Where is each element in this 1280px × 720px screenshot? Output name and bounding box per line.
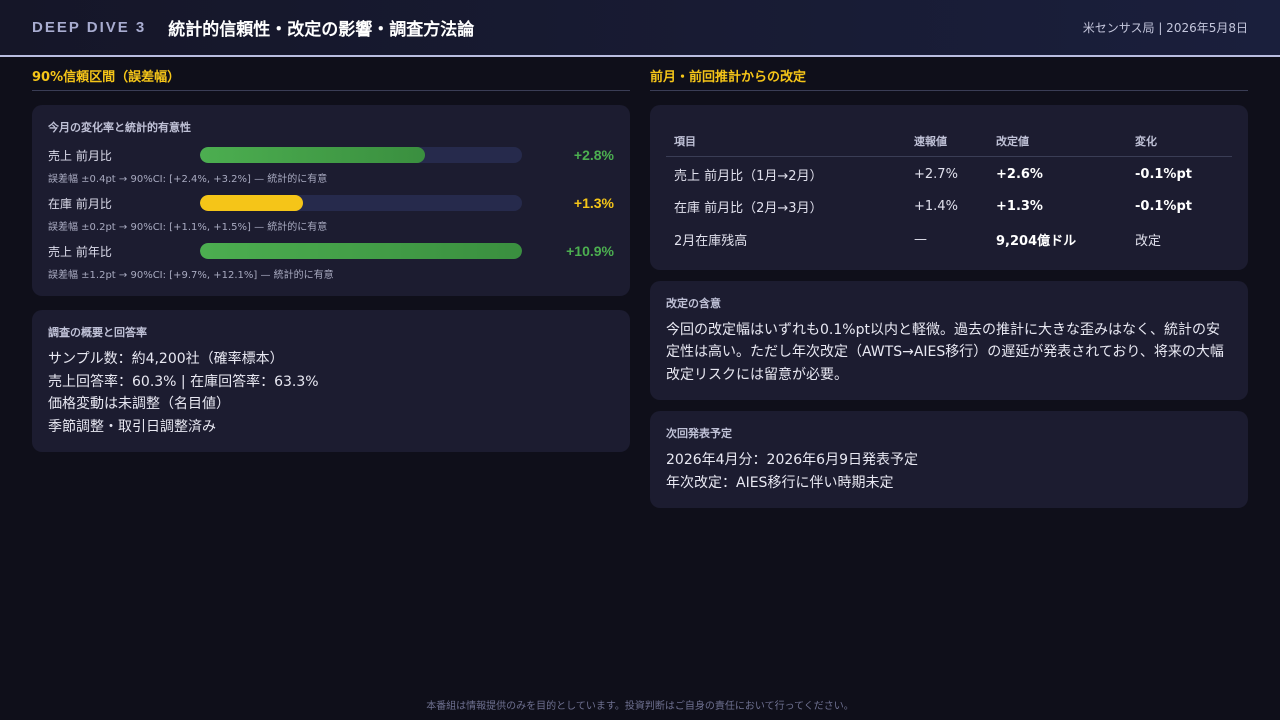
page-title: 統計的信頼性・改定の影響・調査方法論 bbox=[168, 20, 475, 40]
table-cell: 在庫 前月比（2月→3月） bbox=[674, 200, 823, 216]
table-cell: +2.7% bbox=[914, 166, 958, 182]
metric-item: 在庫 前月比 +1.3% 誤差幅 ±0.2pt → 90%CI: [+1.1%,… bbox=[48, 192, 614, 234]
metric-item: 売上 前月比 +2.8% 誤差幅 ±0.4pt → 90%CI: [+2.4%,… bbox=[48, 144, 614, 186]
header-bar: DEEP DIVE 3 統計的信頼性・改定の影響・調査方法論 米センサス局 | … bbox=[0, 0, 1280, 57]
table-row: 2月在庫残高 — 9,204億ドル 改定 bbox=[666, 223, 1232, 256]
table-cell: 9,204億ドル bbox=[996, 233, 1077, 249]
metric-bar-track bbox=[200, 147, 522, 163]
schedule-card-title: 次回発表予定 bbox=[666, 427, 732, 440]
significance-card-title: 今月の変化率と統計的有意性 bbox=[48, 121, 191, 134]
metric-bar-fill bbox=[200, 243, 522, 259]
revision-heading: 前月・前回推計からの改定 bbox=[650, 62, 1248, 91]
implication-card: 改定の含意 今回の改定幅はいずれも0.1%pt以内と軽微。過去の推計に大きな歪み… bbox=[650, 280, 1248, 400]
survey-line: 価格変動は未調整（名目値） bbox=[48, 396, 230, 412]
table-cell: 2月在庫残高 bbox=[674, 233, 748, 249]
source-date: 米センサス局 | 2026年5月8日 bbox=[1082, 21, 1248, 35]
footer-disclaimer: 本番組は情報提供のみを目的としています。投資判断はご自身の責任において行ってくだ… bbox=[426, 701, 854, 712]
left-column: 90%信頼区間（誤差幅） 今月の変化率と統計的有意性 売上 前月比 +2.8% … bbox=[32, 62, 630, 452]
column-header: 項目 bbox=[666, 127, 906, 157]
table-cell: 売上 前月比（1月→2月） bbox=[674, 168, 823, 184]
survey-line: 売上回答率：60.3% | 在庫回答率：63.3% bbox=[48, 373, 319, 390]
table-cell: -0.1%pt bbox=[1135, 166, 1192, 182]
confidence-interval-heading: 90%信頼区間（誤差幅） bbox=[32, 62, 630, 91]
survey-card-title: 調査の概要と回答率 bbox=[48, 326, 147, 339]
metric-note: 誤差幅 ±0.2pt → 90%CI: [+1.1%, +1.5%] — 統計的… bbox=[48, 222, 328, 233]
column-header: 変化 bbox=[1127, 127, 1232, 157]
metric-note: 誤差幅 ±1.2pt → 90%CI: [+9.7%, +12.1%] — 統計… bbox=[48, 270, 334, 281]
survey-line: サンプル数：約4,200社（確率標本） bbox=[48, 351, 284, 367]
table-cell: +1.4% bbox=[914, 198, 958, 214]
column-header: 速報値 bbox=[906, 127, 988, 157]
schedule-card: 次回発表予定 2026年4月分：2026年6月9日発表予定 年次改定：AIES移… bbox=[650, 411, 1248, 508]
table-cell: 改定 bbox=[1135, 233, 1162, 249]
table-cell: — bbox=[914, 231, 927, 247]
metric-label: 在庫 前月比 bbox=[48, 196, 112, 211]
table-row: 在庫 前月比（2月→3月） +1.4% +1.3% -0.1%pt bbox=[666, 190, 1232, 223]
table-row: 売上 前月比（1月→2月） +2.7% +2.6% -0.1%pt bbox=[666, 157, 1232, 190]
survey-card: 調査の概要と回答率 サンプル数：約4,200社（確率標本） 売上回答率：60.3… bbox=[32, 310, 630, 452]
revision-table-card: 項目 速報値 改定値 変化 売上 前月比（1月→2月） +2.7% +2.6% … bbox=[650, 105, 1248, 270]
metric-bar-track bbox=[200, 243, 522, 259]
metric-value: +1.3% bbox=[573, 195, 614, 211]
table-cell: -0.1%pt bbox=[1135, 198, 1192, 214]
survey-line: 季節調整・取引日調整済み bbox=[48, 418, 216, 435]
table-header-row: 項目 速報値 改定値 変化 bbox=[666, 127, 1232, 157]
table-cell: +1.3% bbox=[996, 198, 1043, 214]
deep-dive-tag: DEEP DIVE 3 bbox=[32, 19, 147, 36]
implication-text: 今回の改定幅はいずれも0.1%pt以内と軽微。過去の推計に大きな歪みはなく、統計… bbox=[666, 321, 1224, 383]
implication-card-title: 改定の含意 bbox=[666, 296, 721, 310]
schedule-line: 年次改定：AIES移行に伴い時期未定 bbox=[666, 474, 894, 491]
metric-bar-fill bbox=[200, 147, 426, 163]
right-column: 前月・前回推計からの改定 項目 速報値 改定値 変化 売上 前月比（1月→2月）… bbox=[650, 62, 1248, 508]
metric-label: 売上 前年比 bbox=[48, 244, 112, 259]
metric-bar-track bbox=[200, 195, 522, 211]
column-header: 改定値 bbox=[988, 127, 1127, 157]
metric-label: 売上 前月比 bbox=[48, 148, 112, 163]
metric-item: 売上 前年比 +10.9% 誤差幅 ±1.2pt → 90%CI: [+9.7%… bbox=[48, 240, 614, 282]
metric-value: +2.8% bbox=[573, 147, 614, 163]
table-cell: +2.6% bbox=[996, 166, 1043, 182]
significance-card: 今月の変化率と統計的有意性 売上 前月比 +2.8% 誤差幅 ±0.4pt → … bbox=[32, 105, 630, 296]
metric-value: +10.9% bbox=[566, 243, 614, 259]
metric-note: 誤差幅 ±0.4pt → 90%CI: [+2.4%, +3.2%] — 統計的… bbox=[48, 174, 328, 185]
metric-bar-fill bbox=[200, 195, 304, 211]
revision-table: 項目 速報値 改定値 変化 売上 前月比（1月→2月） +2.7% +2.6% … bbox=[666, 127, 1232, 256]
schedule-line: 2026年4月分：2026年6月9日発表予定 bbox=[666, 452, 918, 468]
